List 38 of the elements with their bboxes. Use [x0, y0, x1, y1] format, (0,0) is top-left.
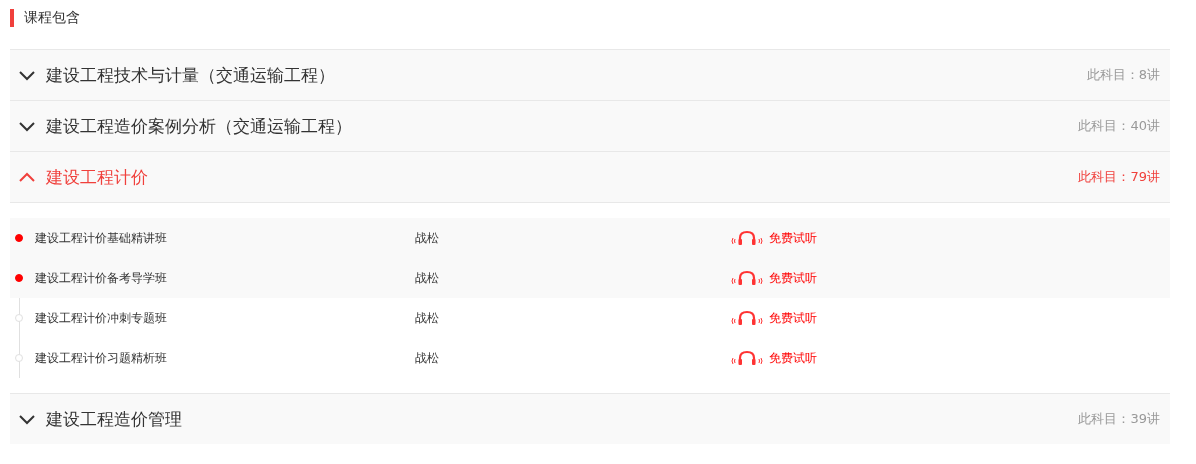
lecture-count: 此科目：79讲 [1078, 168, 1160, 186]
timeline-dot [15, 314, 23, 322]
headphones-icon [729, 230, 765, 246]
headphones-icon [729, 350, 765, 366]
teacher-name: 战松 [415, 349, 440, 367]
lesson-name: 建设工程计价基础精讲班 [35, 229, 168, 247]
subject-row[interactable]: 建设工程造价案例分析（交通运输工程） 此科目：40讲 [10, 100, 1170, 151]
lesson-row[interactable]: 建设工程计价备考导学班 战松 免费试听 [10, 258, 1170, 298]
subject-title: 建设工程造价管理 [46, 407, 183, 431]
timeline-dot [15, 234, 23, 242]
free-trial-link[interactable]: 免费试听 [729, 229, 817, 247]
free-trial-link[interactable]: 免费试听 [729, 349, 817, 367]
lesson-row[interactable]: 建设工程计价习题精析班 战松 免费试听 [19, 338, 1170, 378]
lecture-count: 此科目：39讲 [1078, 410, 1160, 428]
subject-title: 建设工程技术与计量（交通运输工程） [46, 63, 336, 87]
lesson-name: 建设工程计价备考导学班 [35, 269, 168, 287]
lecture-count: 此科目：8讲 [1086, 66, 1160, 84]
free-trial-link[interactable]: 免费试听 [729, 269, 817, 287]
free-trial-link[interactable]: 免费试听 [729, 309, 817, 327]
lesson-name: 建设工程计价冲刺专题班 [35, 309, 168, 327]
timeline-dot [15, 274, 23, 282]
lesson-name: 建设工程计价习题精析班 [35, 349, 168, 367]
headphones-icon [729, 310, 765, 326]
teacher-name: 战松 [415, 229, 440, 247]
subject-title: 建设工程计价 [46, 165, 149, 189]
subject-row[interactable]: 建设工程造价管理 此科目：39讲 [10, 393, 1170, 444]
subject-row[interactable]: 建设工程计价 此科目：79讲 [10, 151, 1170, 203]
accent-bar [10, 9, 14, 27]
section-title: 课程包含 [24, 9, 80, 27]
lesson-row[interactable]: 建设工程计价冲刺专题班 战松 免费试听 [19, 298, 1170, 338]
lecture-count: 此科目：40讲 [1078, 117, 1160, 135]
headphones-icon [729, 270, 765, 286]
subject-row[interactable]: 建设工程技术与计量（交通运输工程） 此科目：8讲 [10, 49, 1170, 100]
subject-title: 建设工程造价案例分析（交通运输工程） [46, 114, 353, 138]
lesson-row[interactable]: 建设工程计价基础精讲班 战松 免费试听 [10, 218, 1170, 258]
teacher-name: 战松 [415, 309, 440, 327]
timeline-dot [15, 354, 23, 362]
teacher-name: 战松 [415, 269, 440, 287]
